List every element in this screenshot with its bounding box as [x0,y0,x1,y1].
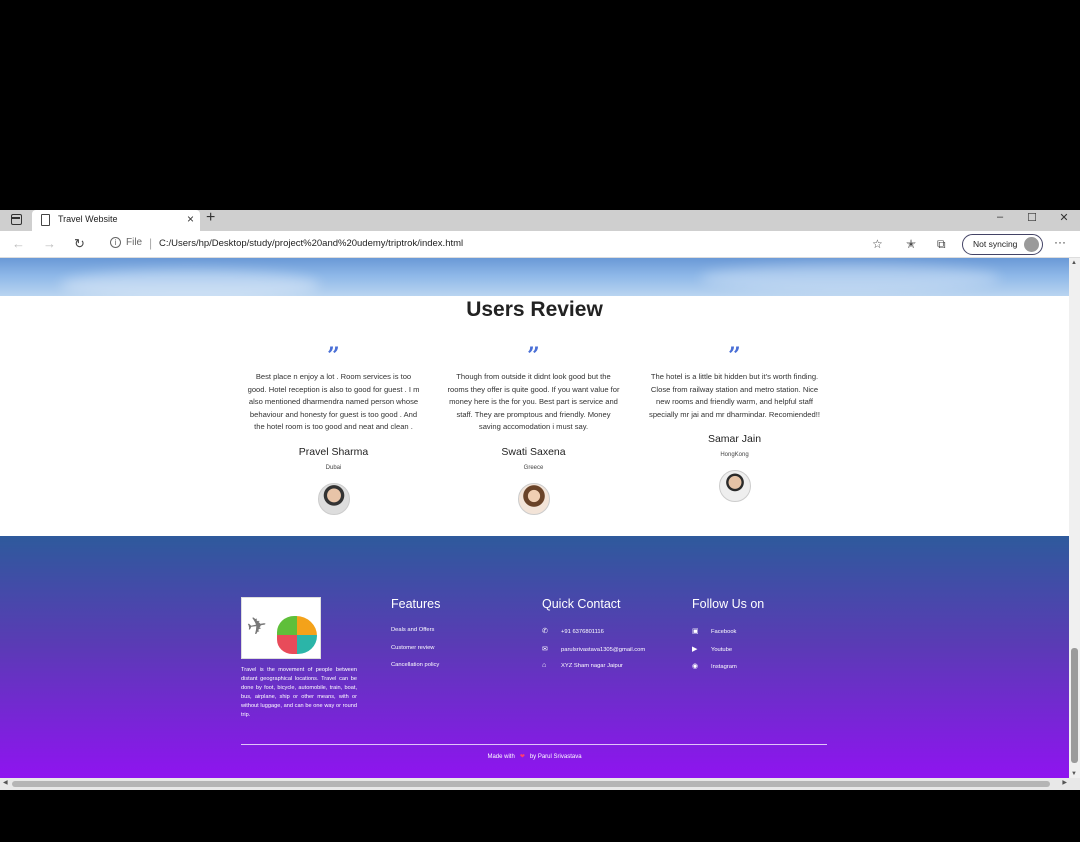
vertical-scrollbar[interactable]: ▲ ▼ [1069,258,1080,778]
tab-bar: Travel Website × + – ☐ ✕ [0,210,1080,231]
url-input[interactable]: C:/Users/hp/Desktop/study/project%20and%… [159,238,463,249]
credit-prefix: Made with [487,754,515,760]
review-text: Though from outside it didnt look good b… [447,372,620,431]
new-tab-button[interactable]: + [206,210,215,227]
refresh-icon[interactable]: ↻ [74,236,85,252]
tab-actions-icon[interactable] [11,214,22,225]
footer-credit: Made with ❤ by Parul Srivastava [0,753,1069,760]
collections-icon[interactable]: ⧉ [937,237,946,252]
footer-about-text: Travel is the movement of people between… [241,667,357,718]
map-graphic [277,616,317,654]
sync-label: Not syncing [973,239,1018,249]
address-bar: ← → ↻ i File | C:/Users/hp/Desktop/study/… [0,231,1080,258]
quick-contact-heading: Quick Contact [542,597,621,611]
site-logo: ✈ [241,597,321,659]
instagram-icon: ◉ [692,663,699,670]
horizontal-scroll-thumb[interactable] [12,781,1050,787]
back-icon[interactable]: ← [12,236,25,251]
scroll-up-icon[interactable]: ▲ [1071,260,1077,266]
link-customer-review[interactable]: Customer review [391,645,435,651]
profile-sync-button[interactable]: Not syncing [962,234,1043,255]
instagram-label: Instagram [711,664,737,670]
review-card: ” Though from outside it didnt look good… [446,343,621,515]
mail-icon: ✉ [542,646,548,653]
page-viewport: Users Review ” Best place n enjoy a lot … [0,258,1069,778]
quote-icon: ” [327,343,340,369]
reviewer-name: Pravel Sharma [298,445,369,458]
heart-icon: ❤ [519,754,525,760]
more-menu-icon[interactable]: ··· [1054,235,1066,249]
screen: Travel Website × + – ☐ ✕ ← → ↻ i File | C… [0,0,1080,842]
quote-icon: ” [527,343,540,369]
link-youtube[interactable]: ▶ Youtube [692,645,732,653]
review-text: Best place n enjoy a lot . Room services… [247,372,420,431]
reviewer-location: Dubai [325,464,342,471]
reviewer-name: Swati Saxena [501,445,566,458]
review-card: ” Best place n enjoy a lot . Room servic… [246,343,421,515]
vertical-scroll-thumb[interactable] [1071,648,1078,763]
link-deals-offers[interactable]: Deals and Offers [391,627,434,633]
profile-avatar-icon [1024,237,1039,252]
favorites-icon[interactable]: ✭ [906,237,916,251]
hero-sky-image [0,258,1069,296]
phone-icon: ✆ [542,628,548,635]
link-instagram[interactable]: ◉ Instagram [692,662,737,670]
contact-address-text: XYZ Sham nagar Jaipur [561,663,623,669]
contact-email-text: parulsrivastava1305@gmail.com [561,647,646,653]
contact-email[interactable]: ✉ parulsrivastava1305@gmail.com [542,645,645,653]
reviewer-avatar [517,482,550,515]
site-footer: ✈ Travel is the movement of people betwe… [0,536,1069,778]
url-scheme-label: File [126,237,143,248]
youtube-icon: ▶ [692,646,698,653]
credit-suffix: by Parul Srivastava [529,754,582,760]
facebook-icon: ▣ [692,628,699,635]
link-cancellation-policy[interactable]: Cancellation policy [391,662,439,668]
tab-title: Travel Website [58,214,118,224]
add-favorite-icon[interactable]: ☆ [872,237,883,251]
info-icon: i [110,237,121,248]
facebook-label: Facebook [711,629,737,635]
close-window-button[interactable]: ✕ [1049,211,1079,224]
reviewer-name: Samar Jain [707,433,762,445]
contact-address: ⌂ XYZ Sham nagar Jaipur [542,662,623,669]
quote-icon: ” [728,343,741,369]
airplane-icon: ✈ [244,611,270,642]
url-separator: | [149,236,153,250]
review-card: ” The hotel is a little bit hidden but i… [647,343,822,502]
reviewer-avatar [718,470,751,502]
horizontal-scrollbar[interactable]: ◀ ▶ [0,778,1080,790]
forward-icon[interactable]: → [43,236,56,251]
site-info-button[interactable]: i File [110,237,142,248]
features-heading: Features [391,597,441,611]
footer-divider [241,744,827,745]
link-facebook[interactable]: ▣ Facebook [692,627,736,635]
reviewer-location: Greece [523,464,544,471]
reviews-title: Users Review [466,298,603,321]
minimize-button[interactable]: – [985,211,1015,223]
scroll-down-icon[interactable]: ▼ [1071,771,1077,777]
follow-heading: Follow Us on [692,597,765,611]
page-icon [41,214,50,226]
contact-phone[interactable]: ✆ +91 6376801116 [542,627,604,635]
review-text: The hotel is a little bit hidden but it'… [649,372,820,419]
maximize-button[interactable]: ☐ [1017,211,1047,224]
browser-window: Travel Website × + – ☐ ✕ ← → ↻ i File | C… [0,210,1080,790]
tab-travel-website[interactable]: Travel Website × [32,210,200,231]
contact-phone-text: +91 6376801116 [561,629,604,635]
scroll-right-icon[interactable]: ▶ [1062,779,1067,786]
reviewer-avatar [317,482,350,515]
tab-close-button[interactable]: × [187,212,194,226]
home-icon: ⌂ [542,662,547,669]
reviewer-location: HongKong [720,452,749,458]
scroll-left-icon[interactable]: ◀ [3,779,8,786]
youtube-label: Youtube [711,647,733,653]
